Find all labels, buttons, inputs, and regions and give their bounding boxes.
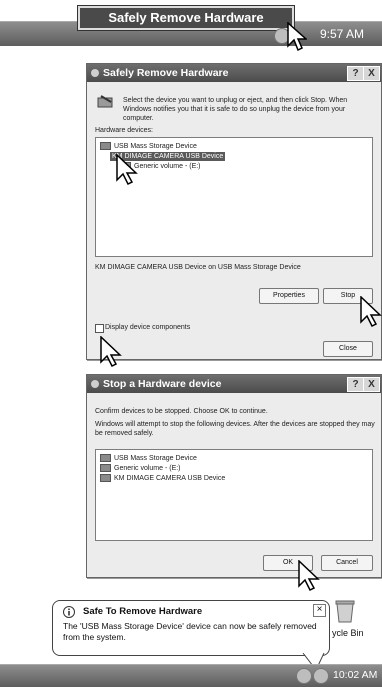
- stop-device-window: Stop a Hardware device ? X Confirm devic…: [86, 374, 382, 578]
- display-components-checkbox[interactable]: [95, 324, 104, 333]
- info-text: Windows will attempt to stop the followi…: [95, 421, 375, 437]
- list-item: KM DIMAGE CAMERA USB Device: [100, 474, 225, 483]
- safe-to-remove-balloon[interactable]: Safe To Remove Hardware × The 'USB Mass …: [52, 600, 330, 656]
- recycle-bin-icon[interactable]: [333, 598, 357, 624]
- stop-device-list[interactable]: USB Mass Storage Device Generic volume -…: [95, 449, 373, 541]
- balloon-close-button[interactable]: ×: [313, 604, 326, 617]
- list-item: Generic volume - (E:): [100, 464, 181, 473]
- confirm-text: Confirm devices to be stopped. Choose OK…: [95, 408, 268, 415]
- hardware-devices-label: Hardware devices:: [95, 127, 153, 134]
- info-icon: [63, 606, 75, 618]
- display-components-label: Display device components: [105, 324, 191, 331]
- close-dialog-button[interactable]: Close: [323, 341, 373, 357]
- balloon-title: Safe To Remove Hardware: [83, 606, 203, 617]
- window-titlebar: Safely Remove Hardware ? X: [87, 64, 381, 82]
- close-button[interactable]: X: [363, 377, 380, 392]
- device-eject-icon: [97, 95, 113, 108]
- list-item: USB Mass Storage Device: [100, 454, 197, 463]
- instructions-text: Select the device you want to unplug or …: [123, 97, 348, 122]
- window-titlebar: Stop a Hardware device ? X: [87, 375, 381, 393]
- help-button[interactable]: ?: [347, 377, 364, 392]
- cancel-button[interactable]: Cancel: [321, 555, 373, 571]
- window-title: Stop a Hardware device: [103, 378, 222, 390]
- tray-arrow-icon[interactable]: [296, 668, 312, 684]
- help-button[interactable]: ?: [347, 66, 364, 81]
- mouse-cursor-icon: [298, 560, 320, 592]
- selected-device-status: KM DIMAGE CAMERA USB Device on USB Mass …: [95, 264, 301, 271]
- balloon-message: The 'USB Mass Storage Device' device can…: [63, 621, 317, 642]
- close-button[interactable]: X: [363, 66, 380, 81]
- list-item[interactable]: USB Mass Storage Device: [100, 142, 197, 151]
- safely-remove-window: Safely Remove Hardware ? X Select the de…: [86, 63, 382, 360]
- recycle-bin-label: ycle Bin: [332, 628, 364, 638]
- clock: 9:57 AM: [320, 27, 365, 41]
- hardware-icon: [91, 69, 99, 77]
- mouse-cursor-icon: [360, 296, 382, 328]
- window-title: Safely Remove Hardware: [103, 67, 229, 79]
- mouse-cursor-icon: [116, 154, 138, 186]
- properties-button[interactable]: Properties: [259, 288, 319, 304]
- mouse-cursor-icon: [287, 22, 307, 52]
- mouse-cursor-icon: [100, 336, 122, 368]
- safely-remove-tray-icon[interactable]: [313, 668, 329, 684]
- clock: 10:02 AM: [333, 669, 378, 681]
- safely-remove-tooltip[interactable]: Safely Remove Hardware: [78, 6, 294, 30]
- hardware-icon: [91, 380, 99, 388]
